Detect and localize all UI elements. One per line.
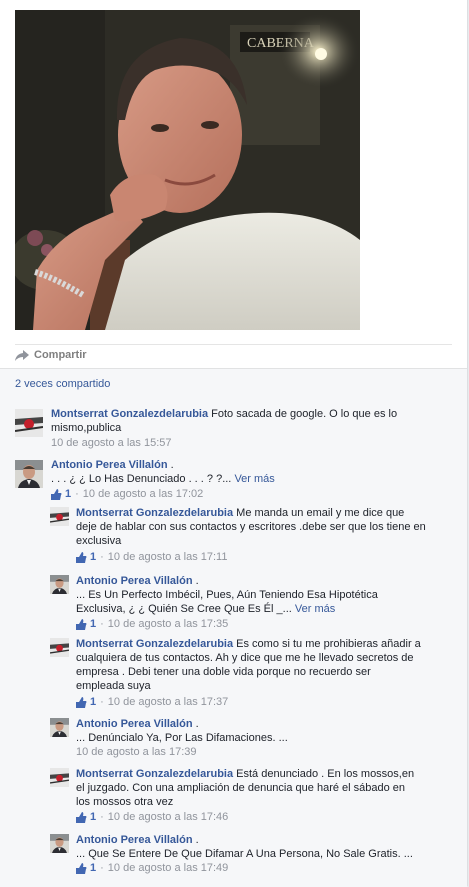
comment-item: Montserrat Gonzalezdelarubia Foto sacada… — [15, 407, 455, 453]
comment-date[interactable]: 10 de agosto a las 17:11 — [108, 551, 228, 564]
share-arrow-icon — [15, 349, 29, 361]
thumbs-up-icon — [76, 697, 87, 708]
comment-author[interactable]: Montserrat Gonzalezdelarubia — [76, 768, 233, 780]
comment-author[interactable]: Montserrat Gonzalezdelarubia — [76, 638, 233, 650]
reply-item: Montserrat Gonzalezdelarubia Es como si … — [50, 637, 460, 711]
post-card: CABERNA — [0, 0, 468, 887]
rose-avatar-icon — [50, 638, 69, 657]
rose-avatar-icon — [50, 507, 69, 526]
flower-avatar[interactable] — [50, 638, 69, 657]
see-more-link[interactable]: Ver más — [295, 603, 335, 615]
thumbs-up-icon — [76, 619, 87, 630]
reply-item: Antonio Perea Villalón . ... Que Se Ente… — [50, 833, 460, 879]
like-count[interactable]: 1 — [76, 696, 96, 709]
share-button[interactable]: Compartir — [15, 349, 87, 361]
comment-author[interactable]: Antonio Perea Villalón — [76, 718, 193, 730]
thumbs-up-icon — [76, 863, 87, 874]
reply-item: Montserrat Gonzalezdelarubia Está denunc… — [50, 767, 460, 827]
see-more-link[interactable]: Ver más — [234, 473, 274, 485]
like-count[interactable]: 1 — [76, 811, 96, 824]
comment-date[interactable]: 10 de agosto a las 17:46 — [108, 811, 228, 824]
man-avatar[interactable] — [50, 834, 69, 853]
thumbs-up-icon — [76, 812, 87, 823]
comment-item: Antonio Perea Villalón . . . . ¿ ¿ Lo Ha… — [15, 458, 455, 501]
comment-author[interactable]: Montserrat Gonzalezdelarubia — [76, 507, 233, 519]
person-avatar-icon — [50, 834, 69, 853]
comment-text: . . . ¿ ¿ Lo Has Denunciado . . . ? ?... — [51, 473, 232, 485]
like-count[interactable]: 1 — [76, 618, 96, 631]
comments-section: 2 veces compartido Montserrat Gonzalezde… — [0, 368, 467, 887]
man-avatar[interactable] — [50, 575, 69, 594]
person-avatar-icon — [50, 718, 69, 737]
share-label: Compartir — [34, 349, 87, 361]
reply-item: Antonio Perea Villalón . ... Denúncialo … — [50, 717, 460, 759]
person-avatar-icon — [50, 575, 69, 594]
comment-date[interactable]: 10 de agosto a las 17:35 — [108, 618, 228, 631]
thumbs-up-icon — [51, 489, 62, 500]
comment-author[interactable]: Montserrat Gonzalezdelarubia — [51, 408, 208, 420]
flower-avatar[interactable] — [50, 507, 69, 526]
comment-author[interactable]: Antonio Perea Villalón — [76, 575, 193, 587]
man-avatar[interactable] — [50, 718, 69, 737]
shared-count-link[interactable]: 2 veces compartido — [15, 378, 110, 390]
reply-item: Antonio Perea Villalón . ... Es Un Perfe… — [50, 574, 460, 634]
comment-date[interactable]: 10 de agosto a las 17:49 — [108, 862, 228, 875]
like-count[interactable]: 1 — [76, 551, 96, 564]
like-count[interactable]: 1 — [51, 488, 71, 501]
comment-date[interactable]: 10 de agosto a las 15:57 — [51, 437, 171, 450]
comment-date[interactable]: 10 de agosto a las 17:37 — [108, 696, 228, 709]
man-avatar[interactable] — [15, 460, 43, 488]
share-bar: Compartir — [15, 344, 452, 367]
comment-text: ... Denúncialo Ya, Por Las Difamaciones.… — [76, 732, 288, 744]
flower-avatar[interactable] — [50, 768, 69, 787]
thumbs-up-icon — [76, 552, 87, 563]
person-avatar-icon — [15, 460, 43, 488]
reply-item: Montserrat Gonzalezdelarubia Me manda un… — [50, 506, 460, 566]
comment-text: ... Que Se Entere De Que Difamar A Una P… — [76, 848, 413, 860]
rose-avatar-icon — [50, 768, 69, 787]
comment-author[interactable]: Antonio Perea Villalón — [51, 459, 168, 471]
like-count[interactable]: 1 — [76, 862, 96, 875]
comment-date[interactable]: 10 de agosto a las 17:02 — [83, 488, 203, 501]
post-photo[interactable]: CABERNA — [15, 10, 360, 330]
comment-author[interactable]: Antonio Perea Villalón — [76, 834, 193, 846]
comment-date[interactable]: 10 de agosto a las 17:39 — [76, 746, 196, 759]
rose-avatar-icon — [15, 409, 43, 437]
flower-avatar[interactable] — [15, 409, 43, 437]
man-portrait-image: CABERNA — [15, 10, 360, 330]
